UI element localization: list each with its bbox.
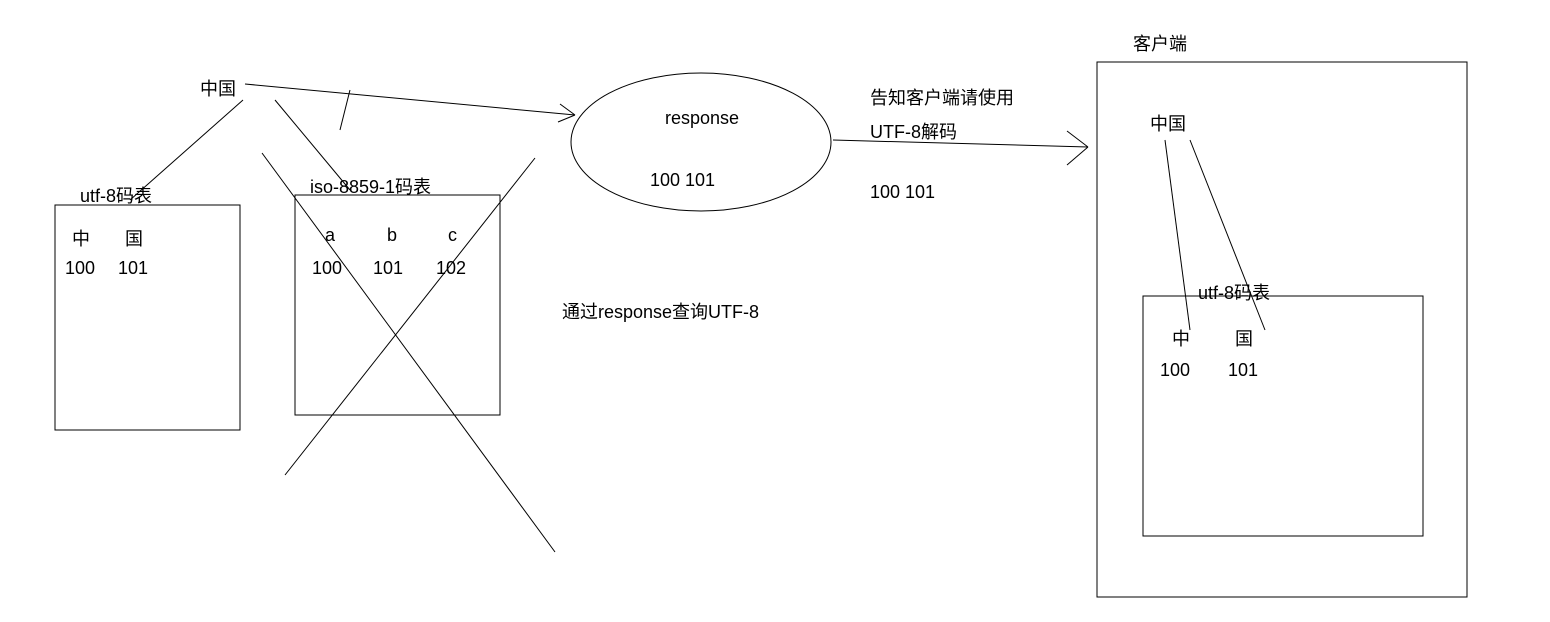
client-decoded-text: 中国 xyxy=(1150,110,1186,136)
utf8-left-code-2: 101 xyxy=(118,258,148,279)
utf8-left-code-1: 100 xyxy=(65,258,95,279)
client-utf8-title: utf-8码表 xyxy=(1198,279,1270,305)
utf8-left-char-2: 国 xyxy=(125,225,143,251)
utf8-left-char-1: 中 xyxy=(72,225,90,251)
source-text-label: 中国 xyxy=(200,75,236,101)
client-utf8-code-2: 101 xyxy=(1228,360,1258,381)
client-utf8-code-1: 100 xyxy=(1160,360,1190,381)
middle-note: 通过response查询UTF-8 xyxy=(562,298,759,324)
iso-title: iso-8859-1码表 xyxy=(310,173,431,199)
iso-value-2: 101 xyxy=(373,258,403,279)
iso-header-b: b xyxy=(387,225,397,246)
notice-values: 100 101 xyxy=(870,182,935,203)
utf8-left-title: utf-8码表 xyxy=(80,182,152,208)
iso-header-a: a xyxy=(325,225,335,246)
response-title: response xyxy=(665,108,739,129)
iso-value-3: 102 xyxy=(436,258,466,279)
iso-value-1: 100 xyxy=(312,258,342,279)
notice-line2: UTF-8解码 xyxy=(870,118,957,144)
response-values: 100 101 xyxy=(650,170,715,191)
iso-header-c: c xyxy=(448,225,457,246)
client-title: 客户端 xyxy=(1133,30,1187,56)
client-utf8-char-2: 国 xyxy=(1235,325,1253,351)
client-utf8-char-1: 中 xyxy=(1172,325,1190,351)
notice-line1: 告知客户端请使用 xyxy=(870,84,1014,110)
